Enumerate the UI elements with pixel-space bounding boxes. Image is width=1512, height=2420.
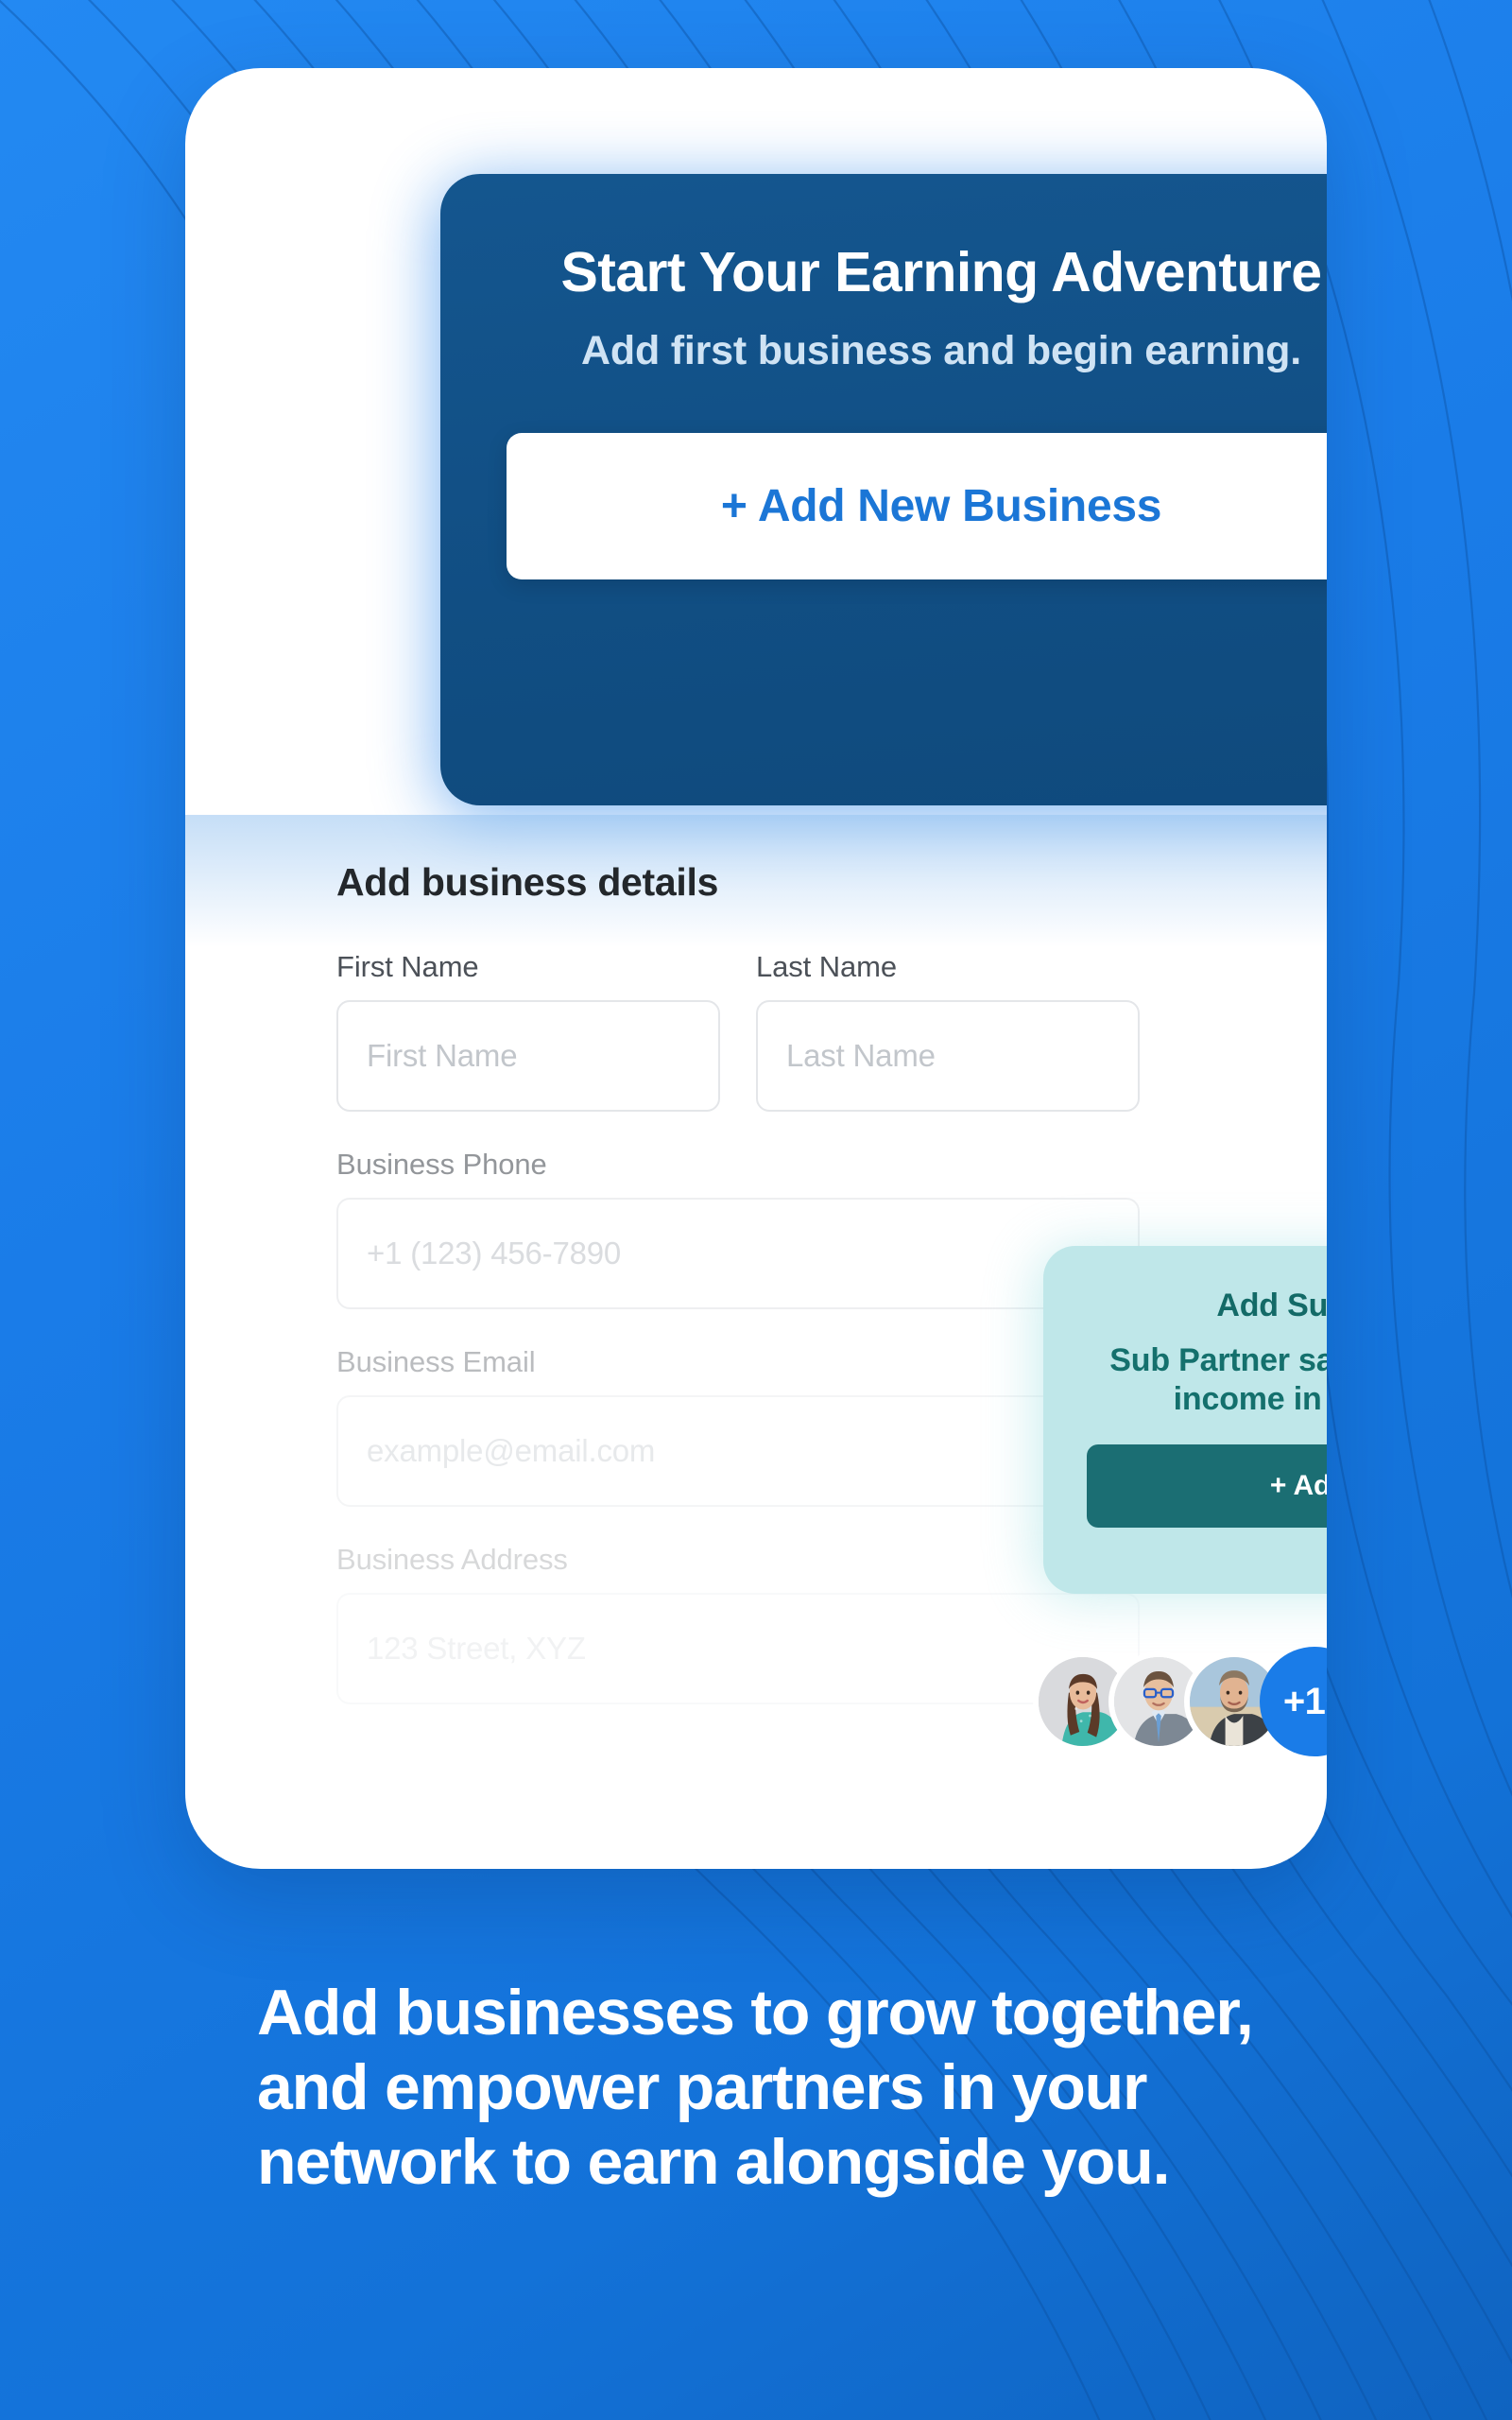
last-name-input[interactable] xyxy=(756,1000,1140,1112)
business-phone-label: Business Phone xyxy=(336,1148,547,1181)
partner-avatar-group: +10 xyxy=(1033,1647,1327,1756)
hero-panel: Start Your Earning Adventure Add first b… xyxy=(440,174,1327,805)
last-name-field: Last Name xyxy=(756,950,1140,1112)
business-email-label: Business Email xyxy=(336,1345,536,1378)
business-email-input[interactable] xyxy=(336,1395,1140,1507)
first-name-field: First Name xyxy=(336,950,720,1112)
business-email-field: Business Email xyxy=(336,1345,1140,1507)
business-address-field: Business Address xyxy=(336,1543,1140,1704)
avatar-overflow-badge[interactable]: +10 xyxy=(1260,1647,1327,1756)
form-heading: Add business details xyxy=(336,860,719,904)
business-phone-input[interactable] xyxy=(336,1198,1140,1309)
app-card: Start Your Earning Adventure Add first b… xyxy=(185,68,1327,1869)
business-phone-field: Business Phone xyxy=(336,1148,1140,1309)
add-new-sub-partner-button[interactable]: + Add New xyxy=(1087,1443,1327,1528)
hero-subtitle: Add first business and begin earning. xyxy=(581,327,1301,373)
business-address-label: Business Address xyxy=(336,1543,568,1576)
last-name-label: Last Name xyxy=(756,950,897,983)
name-field-row: First Name Last Name xyxy=(336,950,1176,1148)
sub-partner-tooltip: Add Sub Partner Sub Partner sales means … xyxy=(1043,1246,1327,1594)
hero-title: Start Your Earning Adventure xyxy=(560,241,1323,303)
marketing-headline: Add businesses to grow together, and emp… xyxy=(257,1977,1254,2198)
sub-partner-tooltip-body: Sub Partner sales means more income in y… xyxy=(1109,1342,1327,1418)
sub-partner-tooltip-title: Add Sub Partner xyxy=(1216,1288,1327,1323)
first-name-label: First Name xyxy=(336,950,479,983)
business-address-input[interactable] xyxy=(336,1593,1140,1704)
add-new-business-button[interactable]: + Add New Business xyxy=(507,433,1327,580)
first-name-input[interactable] xyxy=(336,1000,720,1112)
